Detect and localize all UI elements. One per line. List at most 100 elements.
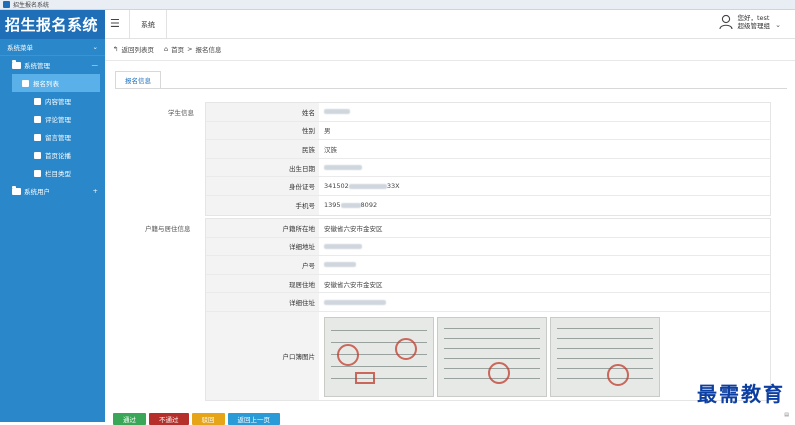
document-icon bbox=[34, 115, 41, 123]
field-household-number bbox=[319, 256, 770, 274]
phone-suffix: 8092 bbox=[360, 201, 378, 210]
field-label: 详细住址 bbox=[206, 293, 319, 311]
sidebar-item-label: 报名列表 bbox=[33, 80, 59, 88]
main-content: ↰ 返回列表页 ⌂ 首页 > 报名信息 报名信息 学生信息 姓名 性别男 民族汉… bbox=[105, 39, 795, 425]
table-row: 民族 汉族 bbox=[206, 140, 770, 159]
stamp-icon bbox=[488, 361, 510, 384]
table-row: 详细地址 bbox=[206, 237, 770, 257]
user-greeting: 您好，test bbox=[737, 14, 770, 22]
sidebar-title: 系统菜单 bbox=[7, 44, 33, 52]
stamp-icon bbox=[337, 343, 359, 366]
back-icon[interactable]: ↰ bbox=[113, 45, 118, 53]
field-label: 现居住地 bbox=[206, 274, 319, 293]
table-row: 现居住地 安徽省六安市金安区 bbox=[206, 274, 770, 294]
hukou-photo[interactable] bbox=[324, 316, 434, 397]
document-icon bbox=[34, 151, 41, 159]
field-current-residence: 安徽省六安市金安区 bbox=[319, 274, 770, 293]
sidebar-item-comments[interactable]: 评论管理 bbox=[12, 110, 100, 128]
document-icon bbox=[22, 79, 29, 87]
folder-icon bbox=[12, 185, 21, 195]
table-row: 户号 bbox=[206, 256, 770, 275]
residence-table: 户籍所在地 安徽省六安市金安区 详细地址 户号 现居住地 安徽省六安市金安区 详细住… bbox=[205, 218, 771, 401]
stamp-icon bbox=[395, 337, 417, 360]
sidebar-group-system[interactable]: 系统管理 — bbox=[0, 56, 105, 74]
field-label: 户口簿图片 bbox=[206, 311, 319, 400]
sidebar-item-label: 首页论播 bbox=[45, 152, 71, 160]
field-label: 详细地址 bbox=[206, 237, 319, 256]
sidebar-item-label: 内容管理 bbox=[45, 98, 71, 106]
phone-prefix: 1395 bbox=[324, 201, 341, 210]
logo: 招生报名系统 bbox=[0, 10, 105, 39]
watermark: 最需教育 bbox=[697, 382, 785, 406]
sidebar-item-carousel[interactable]: 首页论播 bbox=[12, 146, 100, 164]
document-icon bbox=[34, 133, 41, 141]
sidebar-item-label: 栏目类型 bbox=[45, 170, 71, 178]
sidebar-item-content[interactable]: 内容管理 bbox=[12, 92, 100, 110]
home-link[interactable]: 首页 bbox=[171, 44, 184, 54]
divider bbox=[105, 60, 795, 61]
field-name bbox=[319, 103, 770, 121]
header: 招生报名系统 ☰ 系统 您好，test 超级管理组 ⌄ bbox=[0, 10, 795, 39]
app-icon bbox=[3, 1, 10, 8]
hukou-photo[interactable] bbox=[437, 316, 547, 397]
sidebar-item-label: 评论管理 bbox=[45, 116, 71, 124]
collapse-icon: — bbox=[91, 61, 99, 69]
section-student: 学生信息 bbox=[168, 109, 194, 117]
back-link[interactable]: 返回列表页 bbox=[121, 44, 154, 54]
field-id-number: 341502 33X bbox=[319, 177, 770, 195]
sidebar: 系统菜单 ⌄ 系统管理 — 报名列表 内容管理 评论管理 留言管理 首页论播 栏… bbox=[0, 39, 105, 422]
window-title: 招生报名系统 bbox=[13, 2, 50, 9]
breadcrumb-separator: > bbox=[187, 45, 193, 53]
table-row: 出生日期 bbox=[206, 158, 770, 178]
sidebar-item-messages[interactable]: 留言管理 bbox=[12, 128, 100, 146]
sidebar-item-signup-list[interactable]: 报名列表 bbox=[12, 74, 100, 92]
menu-toggle-icon[interactable]: ☰ bbox=[110, 18, 120, 30]
resize-grip-icon[interactable]: ▤ bbox=[784, 412, 789, 418]
group-label: 系统管理 bbox=[24, 62, 50, 70]
tab-underline bbox=[115, 88, 787, 89]
id-suffix: 33X bbox=[386, 182, 400, 191]
table-row: 手机号 1395 8092 bbox=[206, 195, 770, 215]
field-label: 户籍所在地 bbox=[206, 219, 319, 237]
field-label: 姓名 bbox=[206, 103, 319, 121]
tab-system[interactable]: 系统 bbox=[129, 10, 167, 39]
table-row: 性别男 bbox=[206, 121, 770, 141]
table-row: 详细住址 bbox=[206, 293, 770, 312]
field-label: 出生日期 bbox=[206, 158, 319, 177]
go-back-button[interactable]: 返回上一页 bbox=[227, 413, 280, 425]
sidebar-item-label: 留言管理 bbox=[45, 134, 71, 142]
document-icon bbox=[34, 169, 41, 177]
sidebar-item-categories[interactable]: 栏目类型 bbox=[12, 164, 100, 182]
field-hukou-place: 安徽省六安市金安区 bbox=[319, 219, 770, 237]
approve-button[interactable]: 通过 bbox=[113, 413, 146, 425]
chevron-down-icon: ⌄ bbox=[92, 43, 98, 51]
field-ethnicity: 汉族 bbox=[319, 140, 770, 158]
return-button[interactable]: 驳回 bbox=[191, 413, 225, 425]
window-titlebar: 招生报名系统 bbox=[0, 0, 795, 10]
chevron-down-icon[interactable]: ⌄ bbox=[775, 21, 781, 29]
field-label: 民族 bbox=[206, 140, 319, 158]
field-label: 性别 bbox=[206, 121, 319, 140]
table-row: 户籍所在地 安徽省六安市金安区 bbox=[206, 219, 770, 238]
sidebar-group-users[interactable]: 系统用户 + bbox=[0, 182, 105, 200]
table-row: 身份证号 341502 33X bbox=[206, 177, 770, 196]
user-menu[interactable]: 您好，test 超级管理组 bbox=[718, 14, 771, 30]
hukou-photo[interactable] bbox=[550, 316, 660, 397]
field-label: 户号 bbox=[206, 256, 319, 274]
folder-icon bbox=[12, 59, 21, 69]
home-icon[interactable]: ⌂ bbox=[164, 45, 168, 53]
reject-button[interactable]: 不通过 bbox=[149, 413, 189, 425]
field-phone: 1395 8092 bbox=[319, 195, 770, 215]
field-label: 身份证号 bbox=[206, 177, 319, 195]
group-label: 系统用户 bbox=[24, 188, 50, 196]
user-avatar-icon bbox=[718, 14, 733, 30]
sidebar-header[interactable]: 系统菜单 ⌄ bbox=[0, 39, 105, 56]
table-row: 姓名 bbox=[206, 103, 770, 122]
user-role: 超级管理组 bbox=[737, 22, 771, 30]
field-gender: 男 bbox=[319, 121, 770, 140]
expand-icon: + bbox=[92, 187, 98, 195]
document-icon bbox=[34, 97, 41, 105]
breadcrumb: ↰ 返回列表页 ⌂ 首页 > 报名信息 bbox=[113, 44, 225, 54]
tab-signup-info[interactable]: 报名信息 bbox=[115, 71, 161, 89]
table-row: 户口簿图片 bbox=[206, 311, 770, 400]
